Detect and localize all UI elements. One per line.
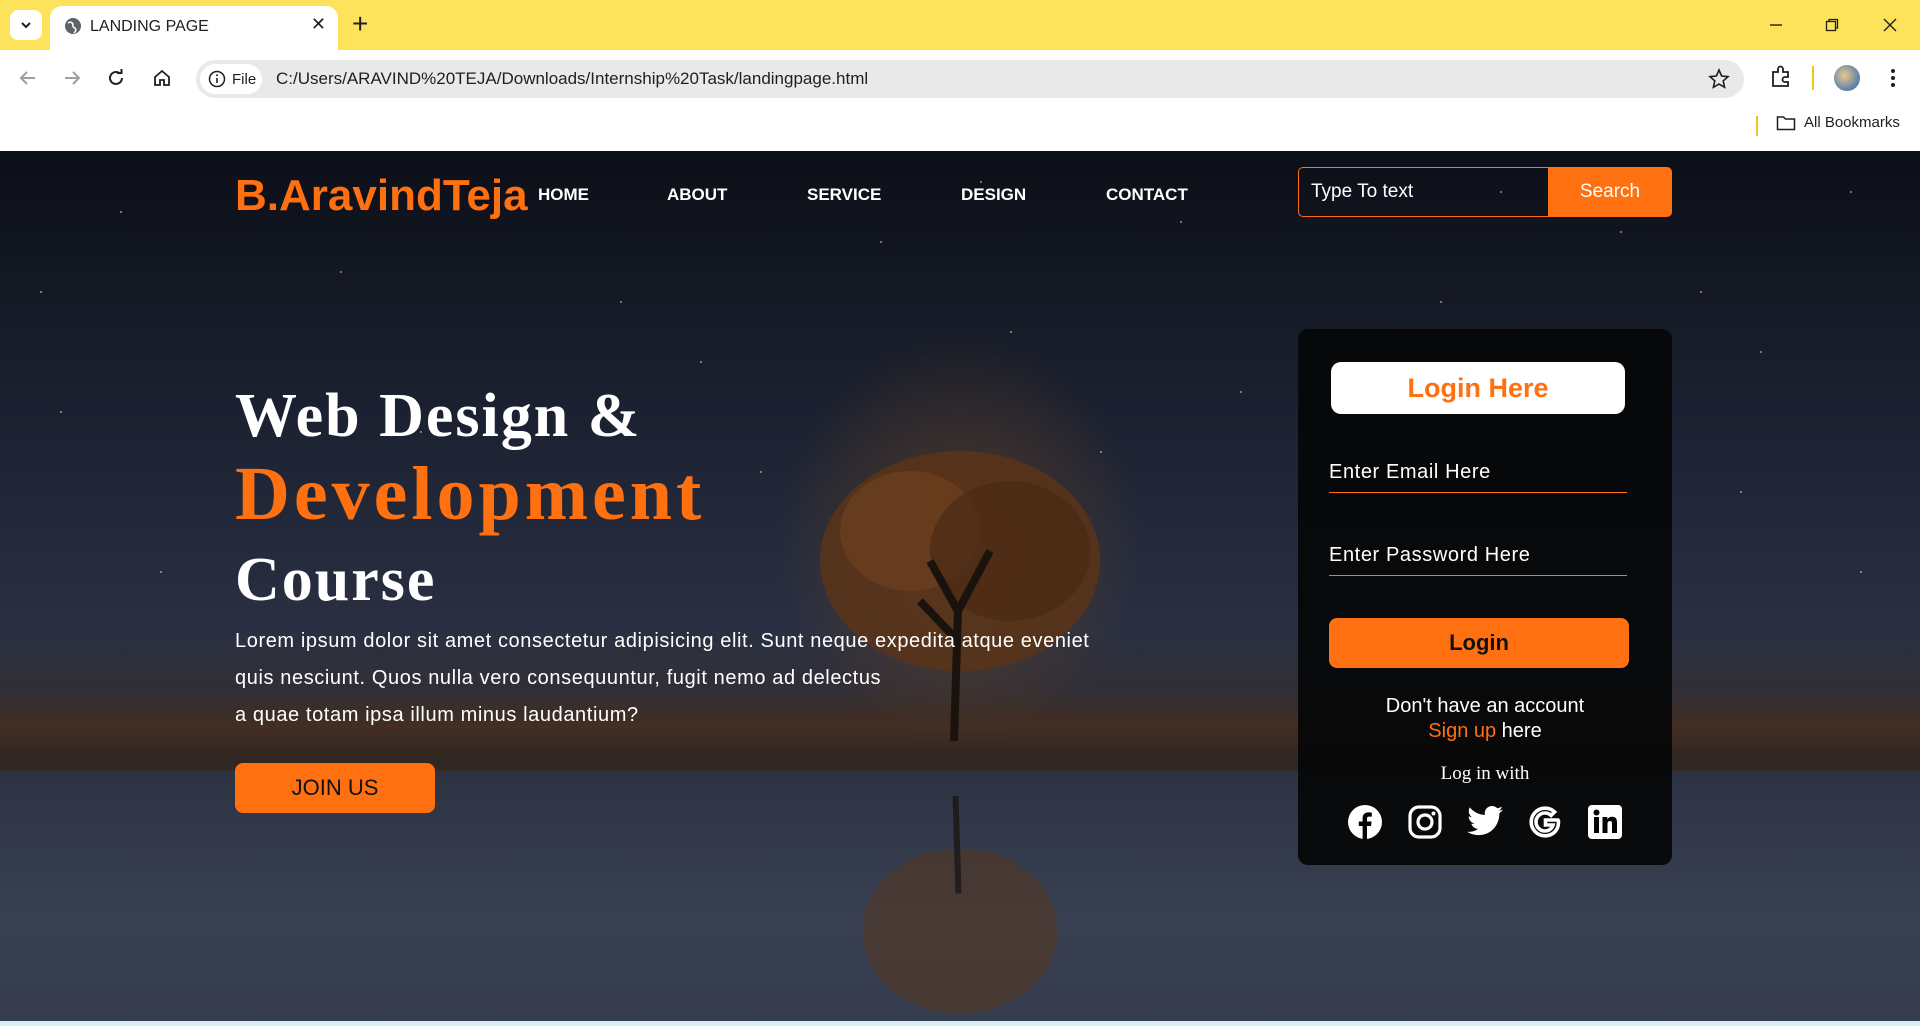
facebook-icon[interactable] xyxy=(1346,803,1384,841)
signup-prompt: Don't have an account Sign up here xyxy=(1298,694,1672,744)
page-bottom-strip xyxy=(0,1021,1920,1026)
nav-service[interactable]: SERVICE xyxy=(807,185,881,205)
all-bookmarks-label: All Bookmarks xyxy=(1804,114,1900,131)
reload-icon xyxy=(109,69,123,85)
site-logo[interactable]: B.AravindTeja xyxy=(235,171,528,221)
site-search: Search xyxy=(1298,167,1672,217)
extensions-icon[interactable] xyxy=(1768,64,1794,90)
globe-icon xyxy=(65,18,81,34)
twitter-icon[interactable] xyxy=(1466,803,1504,841)
close-window-button[interactable] xyxy=(1870,10,1910,40)
nav-about[interactable]: ABOUT xyxy=(667,185,727,205)
search-button[interactable]: Search xyxy=(1548,167,1672,217)
bookmarks-divider xyxy=(1756,116,1758,136)
close-tab-icon[interactable]: ✕ xyxy=(311,14,326,35)
restore-icon xyxy=(1825,18,1839,32)
site-info-chip[interactable]: File xyxy=(200,64,262,94)
no-account-text: Don't have an account xyxy=(1385,695,1585,717)
signup-line: Sign up here xyxy=(1298,719,1672,744)
profile-avatar[interactable] xyxy=(1834,65,1860,91)
hero-description-line: quis nesciunt. Quos nulla vero consequun… xyxy=(235,667,882,689)
browser-menu-button[interactable] xyxy=(1886,64,1900,92)
nav-home[interactable]: HOME xyxy=(538,185,589,205)
log-in-with-label: Log in with xyxy=(1440,763,1530,784)
linkedin-icon[interactable] xyxy=(1586,803,1624,841)
tab-search-menu-button[interactable] xyxy=(10,10,42,40)
bookmarks-bar: All Bookmarks xyxy=(0,108,1920,151)
signup-link[interactable]: Sign up xyxy=(1428,720,1496,742)
minimize-button[interactable] xyxy=(1756,10,1796,40)
forward-button[interactable] xyxy=(58,64,86,92)
home-icon xyxy=(154,69,170,86)
new-tab-button[interactable]: + xyxy=(352,8,368,40)
folder-icon xyxy=(1776,115,1796,130)
join-us-button[interactable]: JOIN US xyxy=(235,763,435,813)
nav-design[interactable]: DESIGN xyxy=(961,185,1026,205)
email-field[interactable] xyxy=(1329,453,1627,493)
info-icon xyxy=(208,70,226,88)
toolbar-divider xyxy=(1812,66,1814,90)
browser-tab-bar: LANDING PAGE ✕ + xyxy=(0,0,1920,50)
password-field[interactable] xyxy=(1329,536,1627,576)
hero-description-line: a quae totam ipsa illum minus laudantium… xyxy=(235,704,639,726)
hero-description: Lorem ipsum dolor sit amet consectetur a… xyxy=(235,623,1195,734)
google-icon[interactable] xyxy=(1526,803,1564,841)
chevron-down-icon xyxy=(21,22,31,29)
back-arrow-icon xyxy=(19,71,35,85)
back-button[interactable] xyxy=(14,64,42,92)
url-text[interactable]: C:/Users/ARAVIND%20TEJA/Downloads/Intern… xyxy=(276,69,868,89)
minimize-icon xyxy=(1770,24,1782,26)
hero-description-line: Lorem ipsum dolor sit amet consectetur a… xyxy=(235,630,1090,652)
browser-tab[interactable]: LANDING PAGE ✕ xyxy=(50,6,338,50)
forward-arrow-icon xyxy=(65,71,81,85)
hero-title-line-2: Development xyxy=(235,452,706,536)
tab-title: LANDING PAGE xyxy=(90,18,209,35)
close-icon xyxy=(1883,18,1897,32)
bookmark-star-icon[interactable] xyxy=(1708,68,1730,90)
login-title: Login Here xyxy=(1331,362,1625,414)
signup-suffix: here xyxy=(1496,720,1542,742)
restore-button[interactable] xyxy=(1812,10,1852,40)
site-chip-label: File xyxy=(232,70,257,88)
tree-reflection xyxy=(862,795,1058,1014)
login-card: Login Here Login Don't have an account S… xyxy=(1298,329,1672,865)
landing-page: B.AravindTeja HOME ABOUT SERVICE DESIGN … xyxy=(0,151,1920,1021)
reload-button[interactable] xyxy=(102,64,130,92)
instagram-icon[interactable] xyxy=(1406,803,1444,841)
all-bookmarks-button[interactable]: All Bookmarks xyxy=(1776,114,1900,131)
home-button[interactable] xyxy=(148,64,176,92)
hero-title-line-1: Web Design & xyxy=(235,382,642,450)
login-button[interactable]: Login xyxy=(1329,618,1629,668)
nav-contact[interactable]: CONTACT xyxy=(1106,185,1188,205)
search-input[interactable] xyxy=(1298,167,1548,217)
address-bar[interactable]: File C:/Users/ARAVIND%20TEJA/Downloads/I… xyxy=(196,60,1744,98)
hero-title-line-3: Course xyxy=(235,546,437,614)
browser-toolbar: File C:/Users/ARAVIND%20TEJA/Downloads/I… xyxy=(0,50,1920,108)
